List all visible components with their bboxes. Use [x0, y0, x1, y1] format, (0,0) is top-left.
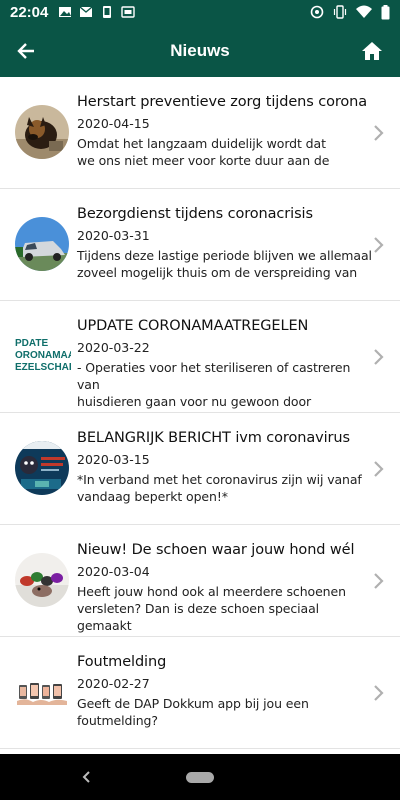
- news-title: Herstart preventieve zorg tijdens corona: [77, 94, 368, 110]
- news-date: 2020-03-31: [77, 228, 150, 243]
- wifi-icon: [356, 5, 372, 18]
- chevron-right-icon: [374, 125, 384, 141]
- update-text-image: PDATE ORONAMAA EZELSCHAP: [15, 329, 71, 383]
- thumb-text-line: ORONAMAA: [15, 350, 71, 361]
- car-photo: [15, 217, 69, 271]
- news-desc-line: Tijdens deze lastige periode blijven we …: [77, 248, 372, 263]
- dog-photo: [15, 105, 69, 159]
- news-title: Bezorgdienst tijdens coronacrisis: [77, 206, 313, 222]
- nav-home-pill[interactable]: [186, 771, 214, 783]
- status-right-icons: [310, 4, 390, 20]
- news-description: Tijdens deze lastige periode blijven we …: [77, 247, 372, 281]
- nav-back-icon[interactable]: [78, 766, 94, 788]
- news-description: Heeft jouw hond ook al meerdere schoenen…: [77, 583, 372, 634]
- news-date: 2020-03-22: [77, 340, 150, 355]
- thumb-text-line: PDATE: [15, 338, 49, 349]
- shoes-photo: [15, 553, 69, 607]
- news-title: Foutmelding: [77, 654, 167, 670]
- news-title: Nieuw! De schoen waar jouw hond wél: [77, 542, 355, 558]
- chevron-right-icon: [374, 461, 384, 477]
- chevron-right-icon: [374, 573, 384, 589]
- news-description: Geeft de DAP Dokkum app bij jou een fout…: [77, 695, 372, 729]
- page-title: Nieuws: [170, 40, 230, 60]
- news-desc-line: vandaag beperkt open!*: [77, 489, 228, 504]
- news-date: 2020-04-15: [77, 116, 150, 131]
- news-item[interactable]: PDATE ORONAMAA EZELSCHAP UPDATE CORONAMA…: [0, 301, 400, 413]
- news-title: BELANGRIJK BERICHT ivm coronavirus: [77, 430, 350, 446]
- news-description: - Operaties voor het steriliseren of cas…: [77, 359, 372, 410]
- image-icon: [59, 7, 72, 17]
- poster-image: [15, 441, 69, 495]
- news-desc-line: foutmelding?: [77, 713, 158, 728]
- news-desc-line: versleten? Dan is deze schoen speciaal g…: [77, 601, 320, 633]
- phone-icon: [103, 6, 112, 18]
- news-item[interactable]: Foutmelding 2020-02-27 Geeft de DAP Dokk…: [0, 637, 400, 749]
- chevron-right-icon: [374, 685, 384, 701]
- news-desc-line: we ons niet meer voor korte duur aan de: [77, 153, 330, 168]
- news-desc-line: Heeft jouw hond ook al meerdere schoenen: [77, 584, 346, 599]
- news-desc-line: Omdat het langzaam duidelijk wordt dat: [77, 136, 326, 151]
- vibrate-icon: [333, 5, 347, 19]
- news-desc-line: Geeft de DAP Dokkum app bij jou een: [77, 696, 309, 711]
- news-description: *In verband met het coronavirus zijn wij…: [77, 471, 372, 505]
- news-title: UPDATE CORONAMAATREGELEN: [77, 318, 309, 334]
- home-icon: [362, 41, 382, 60]
- news-item[interactable]: Nieuw! De schoen waar jouw hond wél 2020…: [0, 525, 400, 637]
- news-desc-line: *In verband met het coronavirus zijn wij…: [77, 472, 362, 487]
- chevron-right-icon: [374, 349, 384, 365]
- phones-image: [15, 665, 69, 719]
- status-time: 22:04: [10, 3, 49, 21]
- thumb-text-line: EZELSCHAP: [15, 362, 71, 373]
- home-button[interactable]: [352, 24, 392, 77]
- status-bar: 22:04: [0, 0, 400, 24]
- app-bar: Nieuws: [0, 24, 400, 77]
- news-date: 2020-02-27: [77, 676, 150, 691]
- back-button[interactable]: [0, 24, 52, 77]
- news-item[interactable]: Herstart preventieve zorg tijdens corona…: [0, 77, 400, 189]
- news-desc-line: zoveel mogelijk thuis om de verspreiding…: [77, 265, 358, 280]
- battery-icon: [381, 4, 390, 19]
- news-date: 2020-03-15: [77, 452, 150, 467]
- news-desc-line: huisdieren gaan voor nu gewoon door: [77, 394, 312, 409]
- mail-icon: [79, 6, 93, 17]
- arrow-left-icon: [17, 42, 34, 59]
- news-desc-line: - Operaties voor het steriliseren of cas…: [77, 360, 351, 392]
- cast-icon: [121, 6, 136, 18]
- news-date: 2020-03-04: [77, 564, 150, 579]
- system-nav-bar: [0, 754, 400, 800]
- status-left-icons: [58, 6, 136, 18]
- chevron-right-icon: [374, 237, 384, 253]
- sync-icon: [310, 5, 324, 19]
- news-item[interactable]: BELANGRIJK BERICHT ivm coronavirus 2020-…: [0, 413, 400, 525]
- news-list: Herstart preventieve zorg tijdens corona…: [0, 77, 400, 754]
- news-item[interactable]: Bezorgdienst tijdens coronacrisis 2020-0…: [0, 189, 400, 301]
- news-description: Omdat het langzaam duidelijk wordt dat w…: [77, 135, 372, 169]
